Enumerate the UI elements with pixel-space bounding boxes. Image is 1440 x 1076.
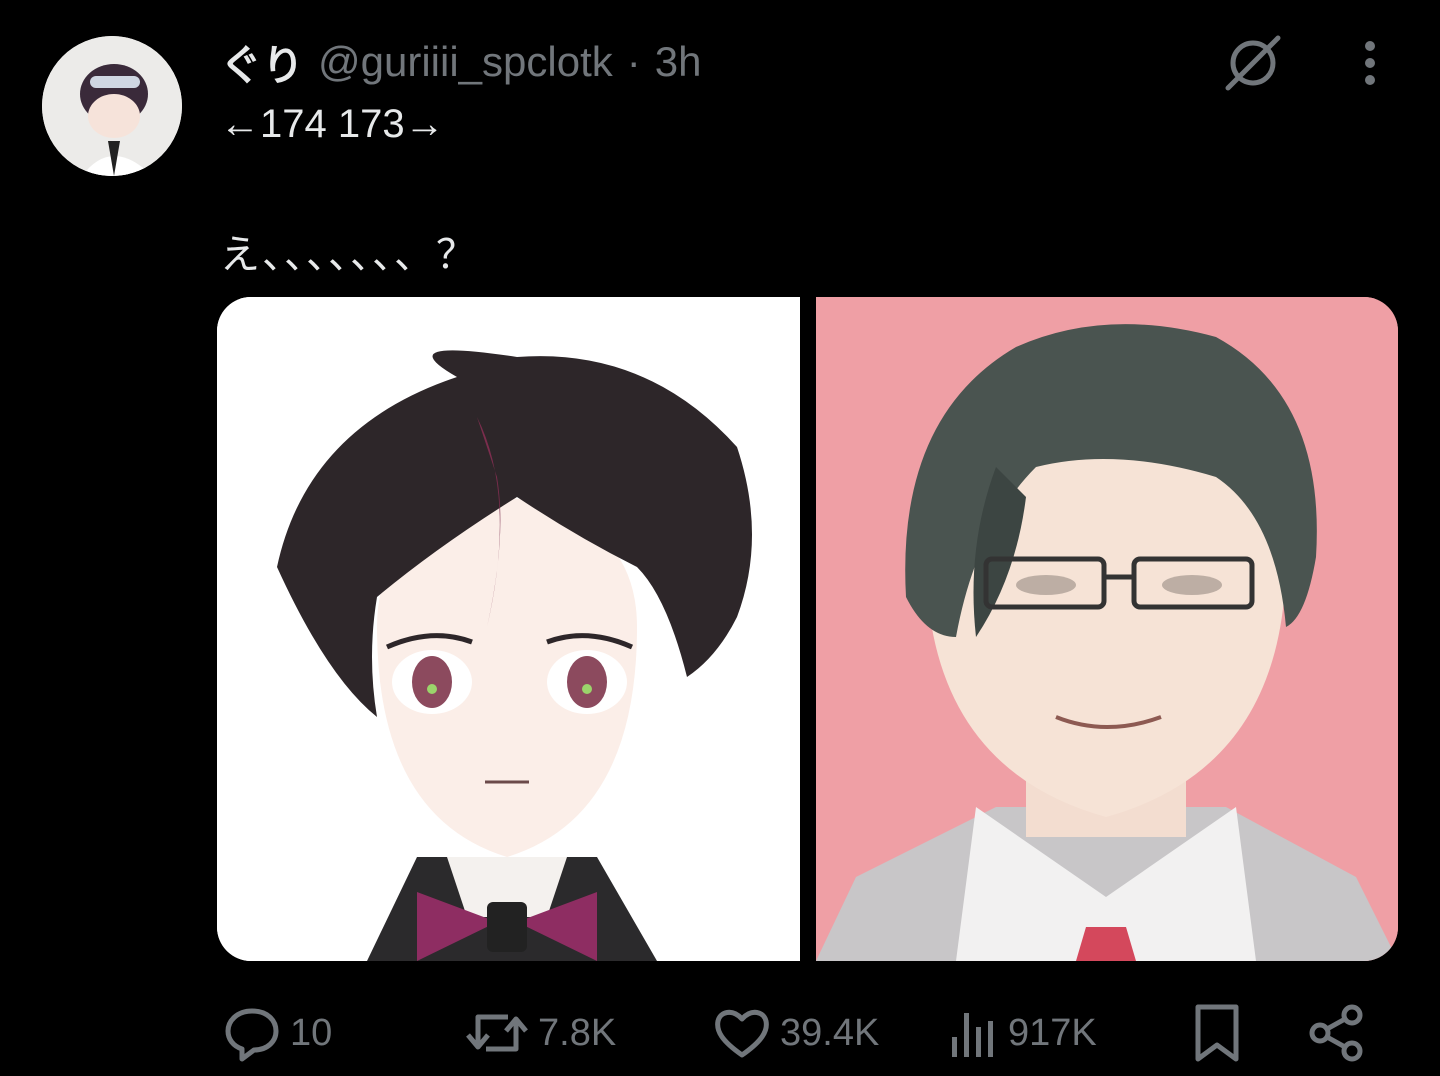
grok-icon[interactable] — [1222, 32, 1284, 94]
like-count: 39.4K — [780, 1011, 880, 1054]
views-button[interactable]: 917K — [946, 998, 1097, 1068]
views-count: 917K — [1008, 1011, 1097, 1054]
like-icon — [715, 1009, 769, 1058]
tweet-time[interactable]: 3h — [655, 38, 702, 86]
tweet-media — [217, 297, 1398, 961]
bookmark-icon — [1195, 1004, 1239, 1062]
like-button[interactable]: 39.4K — [712, 998, 879, 1068]
more-icon[interactable] — [1350, 38, 1390, 88]
avatar[interactable] — [42, 36, 182, 176]
repost-count: 7.8K — [538, 1011, 617, 1054]
media-image-left[interactable] — [217, 297, 800, 961]
tweet-text-line-1: ←174 173→ — [220, 102, 445, 146]
action-bar: 10 7.8K 39.4K 917K — [222, 998, 1372, 1068]
media-image-right[interactable] — [816, 297, 1398, 961]
tweet-header: ぐり @guriiii_spclotk · 3h — [220, 34, 701, 90]
reply-button[interactable]: 10 — [222, 998, 332, 1068]
author-handle[interactable]: @guriiii_spclotk — [318, 38, 613, 86]
author-name[interactable]: ぐり — [220, 32, 304, 93]
reply-count: 10 — [290, 1011, 333, 1054]
bookmark-button[interactable] — [1190, 998, 1244, 1068]
views-icon — [952, 1013, 993, 1057]
repost-button[interactable]: 7.8K — [464, 998, 616, 1068]
tweet-text-line-2: え、、、、、、、？ — [220, 233, 478, 277]
share-button[interactable] — [1306, 998, 1366, 1068]
repost-icon — [466, 1014, 528, 1052]
share-icon — [1309, 1004, 1363, 1062]
separator-dot: · — [626, 38, 641, 85]
reply-icon — [225, 1008, 279, 1062]
